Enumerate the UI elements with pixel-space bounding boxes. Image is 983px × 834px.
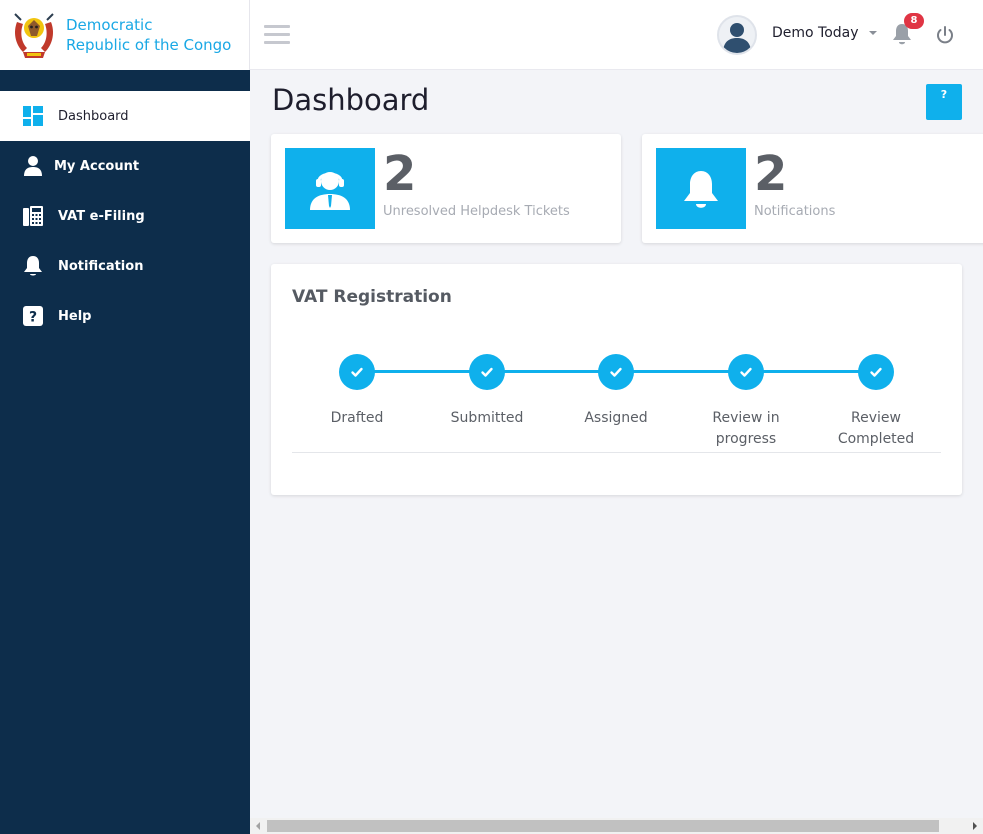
step-label-review-in-progress: Review in progress [712, 410, 780, 447]
sidebar-item-label: My Account [54, 158, 140, 174]
step-review-in-progress-check-icon [728, 354, 764, 390]
step-label-submitted: Submitted [450, 410, 524, 426]
avatar[interactable] [717, 15, 757, 55]
dashboard-icon [22, 105, 44, 127]
notifications-label: Notifications [754, 204, 836, 219]
calculator-icon [22, 205, 44, 227]
helpdesk-tickets-count: 2 [383, 146, 417, 202]
scroll-left-arrow-icon[interactable] [256, 822, 260, 830]
bell-icon [22, 255, 44, 277]
power-icon[interactable] [934, 24, 956, 46]
sidebar-item-label: Help [58, 308, 92, 324]
sidebar-item-vat-e-filing[interactable]: VAT e-Filing [0, 191, 250, 241]
bell-icon [656, 148, 746, 229]
step-drafted-check-icon [339, 354, 375, 390]
sidebar-item-label: Dashboard [58, 108, 129, 124]
chevron-down-icon[interactable] [869, 31, 877, 35]
brand-name: Democratic Republic of the Congo [66, 15, 231, 55]
step-review-completed-check-icon [858, 354, 894, 390]
sidebar-item-dashboard[interactable]: Dashboard [0, 91, 250, 141]
step-label-review-completed: Review Completed [837, 410, 915, 447]
svg-text:?: ? [29, 310, 37, 326]
brand-line-2: Republic of the Congo [66, 36, 232, 54]
helpdesk-tickets-label: Unresolved Helpdesk Tickets [383, 204, 570, 219]
hamburger-menu-icon[interactable] [264, 25, 290, 45]
sidebar-nav: Dashboard My Account VAT e-Filing Notifi… [0, 91, 250, 341]
scroll-right-arrow-icon[interactable] [973, 822, 977, 830]
help-button[interactable]: ? [926, 84, 962, 120]
notification-count-badge: 8 [904, 13, 924, 29]
step-label-drafted: Drafted [330, 410, 384, 426]
sidebar-item-my-account[interactable]: My Account [0, 141, 250, 191]
helpdesk-tickets-card[interactable]: 2 Unresolved Helpdesk Tickets [271, 134, 621, 243]
username[interactable]: Demo Today [772, 25, 859, 41]
step-label-assigned: Assigned [584, 410, 648, 426]
notifications-count: 2 [754, 146, 788, 202]
page-title: Dashboard [272, 83, 430, 117]
question-icon: ? [22, 305, 44, 327]
notifications-card[interactable]: 2 Notifications [642, 134, 983, 243]
step-submitted-check-icon [469, 354, 505, 390]
sidebar-item-label: Notification [58, 258, 144, 274]
headset-agent-icon [285, 148, 375, 229]
step-assigned-check-icon [598, 354, 634, 390]
user-icon [22, 155, 44, 177]
sidebar-item-help[interactable]: ? Help [0, 291, 250, 341]
brand[interactable]: Democratic Republic of the Congo [0, 0, 250, 70]
sidebar-item-label: VAT e-Filing [58, 208, 145, 224]
scrollbar-thumb[interactable] [267, 820, 939, 832]
brand-strip [0, 70, 250, 91]
coat-of-arms-logo [8, 6, 60, 64]
sidebar-item-notification[interactable]: Notification [0, 241, 250, 291]
vat-registration-title: VAT Registration [292, 287, 452, 307]
brand-line-1: Democratic [66, 16, 153, 34]
top-header: Demo Today 8 [250, 0, 983, 70]
divider [292, 452, 941, 453]
vat-registration-card: VAT Registration Drafted Submitted Assig… [271, 264, 962, 495]
horizontal-scrollbar[interactable] [250, 818, 983, 834]
